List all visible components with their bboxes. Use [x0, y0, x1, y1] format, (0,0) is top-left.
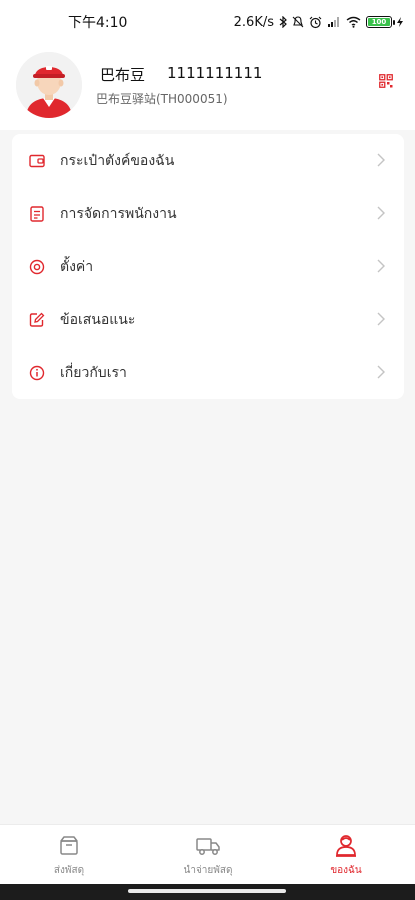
- menu-item-wallet[interactable]: กระเป๋าตังค์ของฉัน: [12, 134, 404, 187]
- settings-icon: [29, 259, 45, 274]
- menu-item-label: เกี่ยวกับเรา: [60, 364, 127, 381]
- tab-send-parcel[interactable]: ส่งพัสดุ: [9, 833, 129, 881]
- package-box-icon: [60, 836, 78, 855]
- menu-card: กระเป๋าตังค์ของฉัน การจัดการพนักงาน ตั้ง…: [12, 134, 404, 399]
- wifi-icon: [346, 16, 361, 28]
- menu-item-label: ข้อเสนอแนะ: [60, 311, 136, 328]
- system-gesture-bar: [0, 884, 415, 900]
- courier-avatar-icon: [16, 52, 82, 118]
- charging-icon: [397, 17, 403, 27]
- info-icon: [29, 365, 45, 380]
- bottom-nav: ส่งพัสดุ นำจ่ายพัสดุ ของฉัน: [0, 824, 415, 884]
- network-speed: 2.6K/s: [233, 14, 274, 30]
- tab-label: ส่งพัสดุ: [53, 865, 85, 876]
- bluetooth-icon: [279, 16, 287, 28]
- status-time: 下午4:10: [68, 15, 128, 31]
- chevron-right-icon: [377, 153, 385, 167]
- profile-name: 巴布豆: [100, 66, 146, 84]
- qr-code-icon[interactable]: [379, 74, 393, 88]
- battery-icon: 100: [366, 16, 395, 28]
- my-profile-screen: 下午4:10 2.6K/s 100 巴布豆 1111111111 巴布豆驿站(T…: [0, 0, 415, 900]
- profile-icon: [336, 835, 356, 857]
- chevron-right-icon: [377, 206, 385, 220]
- alarm-icon: [309, 16, 322, 28]
- avatar[interactable]: [16, 52, 82, 118]
- menu-item-staff-management[interactable]: การจัดการพนักงาน: [12, 187, 404, 240]
- chevron-right-icon: [377, 365, 385, 379]
- chevron-right-icon: [377, 312, 385, 326]
- profile-phone: 1111111111: [167, 64, 263, 82]
- menu-item-about-us[interactable]: เกี่ยวกับเรา: [12, 346, 404, 399]
- status-indicators: 2.6K/s 100: [234, 15, 403, 30]
- menu-item-feedback[interactable]: ข้อเสนอแนะ: [12, 293, 404, 346]
- profile-header[interactable]: 巴布豆 1111111111 巴布豆驿站(TH000051): [0, 44, 415, 130]
- profile-station: 巴布豆驿站(TH000051): [96, 92, 228, 106]
- tab-my-profile[interactable]: ของฉัน: [286, 833, 406, 881]
- menu-item-label: การจัดการพนักงาน: [60, 205, 177, 222]
- menu-item-label: ตั้งค่า: [60, 258, 94, 275]
- wallet-icon: [29, 154, 45, 167]
- menu-item-label: กระเป๋าตังค์ของฉัน: [60, 152, 175, 169]
- battery-level: 100: [371, 18, 387, 26]
- menu-item-settings[interactable]: ตั้งค่า: [12, 240, 404, 293]
- status-bar: 下午4:10 2.6K/s 100: [0, 0, 415, 44]
- delivery-truck-icon: [196, 838, 220, 855]
- staff-list-icon: [30, 205, 44, 222]
- tab-label: นำจ่ายพัสดุ: [183, 865, 233, 876]
- chevron-right-icon: [377, 259, 385, 273]
- mute-icon: [292, 16, 304, 28]
- feedback-icon: [29, 312, 45, 327]
- signal-icon: [328, 17, 339, 27]
- tab-deliver-parcel[interactable]: นำจ่ายพัสดุ: [148, 833, 268, 881]
- tab-label: ของฉัน: [330, 865, 362, 876]
- home-gesture-handle[interactable]: [128, 889, 286, 893]
